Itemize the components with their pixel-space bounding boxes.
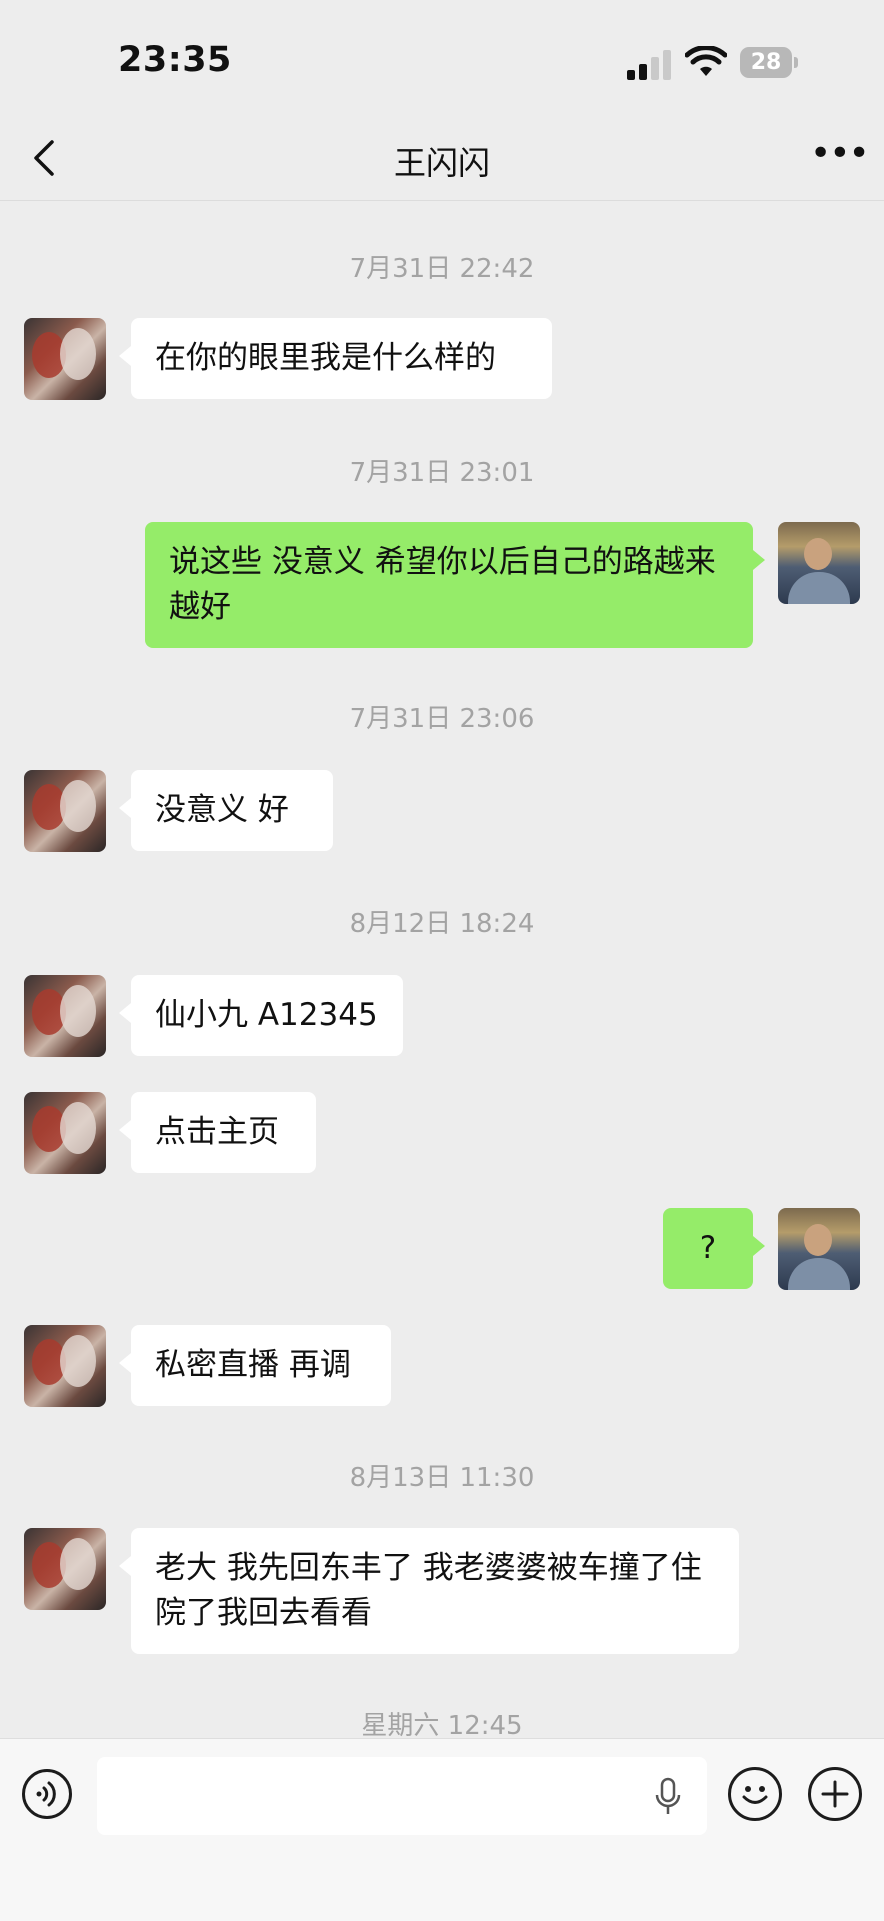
timestamp: 7月31日 22:42 xyxy=(349,254,535,284)
battery-indicator: 28 xyxy=(740,47,792,78)
message-bubble-incoming[interactable]: 私密直播 再调 xyxy=(119,1325,391,1406)
wifi-icon xyxy=(685,46,727,76)
self-avatar[interactable] xyxy=(778,1208,860,1290)
voice-icon[interactable] xyxy=(22,1769,72,1819)
microphone-icon[interactable] xyxy=(655,1777,681,1817)
timestamp: 8月12日 18:24 xyxy=(349,909,535,939)
emoji-icon[interactable] xyxy=(728,1767,782,1821)
contact-avatar[interactable] xyxy=(24,1325,106,1407)
timestamp: 7月31日 23:01 xyxy=(349,458,535,488)
status-bar: 23:35 28 xyxy=(0,0,884,130)
message-bubble-outgoing[interactable]: 说这些 没意义 希望你以后自己的路越来越好 xyxy=(145,522,765,648)
chat-title: 王闪闪 xyxy=(393,144,490,182)
battery-cap xyxy=(794,57,798,68)
contact-avatar[interactable] xyxy=(24,770,106,852)
timestamp: 7月31日 23:06 xyxy=(349,704,535,734)
message-bubble-incoming[interactable]: 没意义 好 xyxy=(119,770,333,851)
message-input[interactable] xyxy=(97,1757,707,1835)
more-icon[interactable]: ••• xyxy=(810,136,870,174)
plus-icon[interactable] xyxy=(808,1767,862,1821)
self-avatar[interactable] xyxy=(778,522,860,604)
message-bubble-incoming[interactable]: 点击主页 xyxy=(119,1092,316,1173)
message-bubble-incoming[interactable]: 仙小九 A12345 xyxy=(119,975,403,1056)
chat-header: 王闪闪 ••• xyxy=(0,118,884,201)
cellular-signal-icon xyxy=(627,50,671,80)
message-bubble-incoming[interactable]: 在你的眼里我是什么样的 xyxy=(119,318,552,399)
input-bar xyxy=(0,1738,884,1921)
timestamp: 星期六 12:45 xyxy=(361,1711,523,1741)
status-time: 23:35 xyxy=(118,40,232,80)
contact-avatar[interactable] xyxy=(24,975,106,1057)
message-bubble-incoming[interactable]: 老大 我先回东丰了 我老婆婆被车撞了住院了我回去看看 xyxy=(119,1528,739,1654)
message-bubble-outgoing[interactable]: ? xyxy=(663,1208,765,1289)
contact-avatar[interactable] xyxy=(24,1528,106,1610)
timestamp: 8月13日 11:30 xyxy=(349,1463,535,1493)
contact-avatar[interactable] xyxy=(24,1092,106,1174)
contact-avatar[interactable] xyxy=(24,318,106,400)
